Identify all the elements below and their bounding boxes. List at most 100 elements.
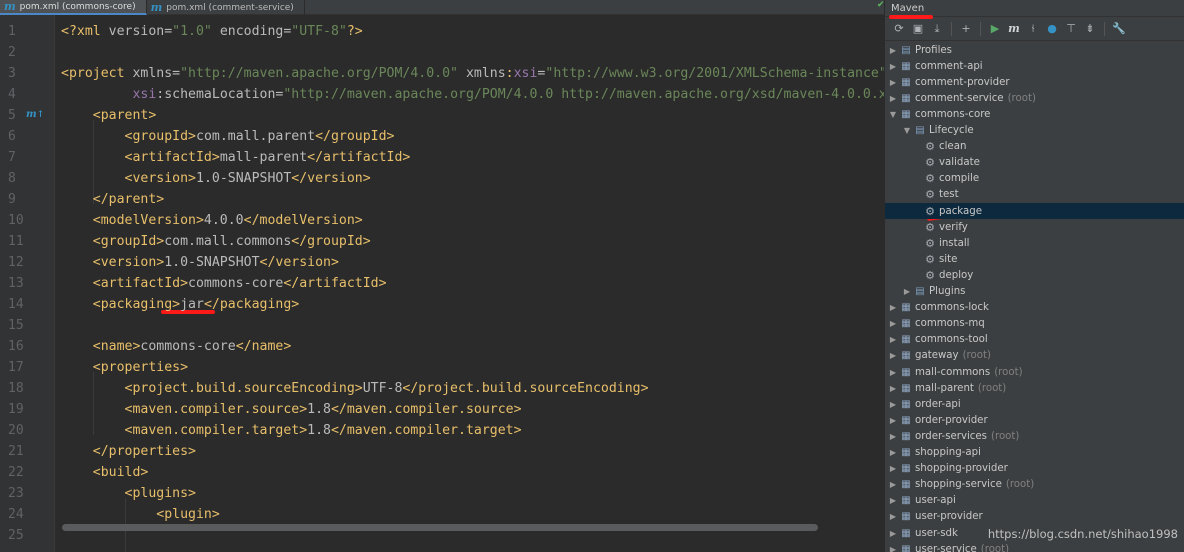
- line-number: 17: [8, 360, 24, 375]
- line-number: 8: [8, 171, 16, 186]
- root-tag: (root): [991, 430, 1020, 442]
- line-number: 5: [8, 108, 16, 123]
- chevron-right-icon[interactable]: ▶: [887, 303, 899, 312]
- chevron-right-icon[interactable]: ▶: [887, 94, 899, 103]
- tree-node-user-provider[interactable]: ▶ ▦ user-provider: [885, 509, 1184, 525]
- maven-project-icon: ▦: [901, 447, 911, 458]
- tree-node-compile[interactable]: ⚙ compile: [885, 171, 1184, 187]
- line-number: 20: [8, 423, 24, 438]
- tree-node-shopping-service[interactable]: ▶ ▦ shopping-service (root): [885, 477, 1184, 493]
- code-line: <?xml version="1.0" encoding="UTF-8"?>: [61, 24, 363, 39]
- line-number-gutter: 1 2 3 4 5 6 7 8 9 10 11 12 13 14 15 16 17 18 19 20 21 22 23 24 2…: [0, 15, 55, 552]
- chevron-right-icon[interactable]: ▶: [887, 432, 899, 441]
- chevron-right-icon[interactable]: ▶: [887, 384, 899, 393]
- collapse-all-icon[interactable]: ⇟: [1082, 21, 1098, 37]
- refresh-icon[interactable]: ⟳: [891, 21, 907, 37]
- code-line: <plugins>: [124, 486, 196, 501]
- chevron-right-icon[interactable]: ▶: [901, 287, 913, 296]
- chevron-right-icon[interactable]: ▶: [887, 368, 899, 377]
- tree-node-verify[interactable]: ⚙ verify: [885, 219, 1184, 235]
- chevron-right-icon[interactable]: ▶: [887, 416, 899, 425]
- tree-node-label: commons-core: [915, 108, 991, 120]
- tree-node-label: Plugins: [929, 286, 966, 297]
- download-icon[interactable]: ⤓: [929, 21, 945, 37]
- chevron-right-icon[interactable]: ▶: [887, 480, 899, 489]
- editor-tab[interactable]: m pom.xml (commons-core): [0, 0, 147, 15]
- tree-node-label: comment-api: [915, 60, 983, 72]
- tree-node-test[interactable]: ⚙ test: [885, 187, 1184, 203]
- run-icon[interactable]: ▶: [987, 21, 1003, 37]
- tree-node-mall-commons[interactable]: ▶ ▦ mall-commons (root): [885, 364, 1184, 380]
- toggle-offline-icon[interactable]: ⫮: [1025, 21, 1041, 37]
- maven-project-icon: ▦: [901, 414, 911, 426]
- code-line: <groupId>com.mall.parent</groupId>: [124, 129, 395, 144]
- tree-node-commons-core[interactable]: ▼ ▦ commons-core: [885, 106, 1184, 122]
- tree-node-shopping-api[interactable]: ▶ ▦ shopping-api: [885, 445, 1184, 461]
- tree-node-order-provider[interactable]: ▶ ▦ order-provider: [885, 412, 1184, 428]
- tree-node-gateway[interactable]: ▶ ▦ gateway (root): [885, 348, 1184, 364]
- root-tag: (root): [994, 366, 1023, 378]
- tree-node-shopping-provider[interactable]: ▶ ▦ shopping-provider: [885, 461, 1184, 477]
- maven-file-icon: m: [4, 0, 16, 13]
- code-line: <project.build.sourceEncoding>UTF-8</pro…: [124, 381, 649, 396]
- chevron-right-icon[interactable]: ▶: [887, 464, 899, 473]
- tree-node-plugins[interactable]: ▶ ▤ Plugins: [885, 284, 1184, 300]
- chevron-right-icon[interactable]: ▶: [887, 351, 899, 360]
- execute-goal-icon[interactable]: m: [1006, 21, 1022, 37]
- tree-node-order-services[interactable]: ▶ ▦ order-services (root): [885, 428, 1184, 444]
- code-line: <properties>: [92, 360, 189, 375]
- chevron-right-icon[interactable]: ▶: [887, 448, 899, 457]
- editor-tab-label: pom.xml (comment-service): [166, 2, 294, 13]
- tree-node-lifecycle[interactable]: ▼ ▤ Lifecycle: [885, 123, 1184, 139]
- chevron-right-icon[interactable]: ▶: [887, 46, 899, 55]
- maven-project-icon: ▦: [901, 350, 911, 362]
- tree-node-commons-mq[interactable]: ▶ ▦ commons-mq: [885, 316, 1184, 332]
- add-icon[interactable]: +: [958, 21, 974, 37]
- show-dependencies-icon[interactable]: ⊤: [1063, 21, 1079, 37]
- chevron-right-icon[interactable]: ▶: [887, 512, 899, 521]
- chevron-down-icon[interactable]: ▼: [901, 126, 913, 135]
- tree-node-clean[interactable]: ⚙ clean: [885, 139, 1184, 155]
- chevron-right-icon[interactable]: ▶: [887, 529, 899, 538]
- chevron-right-icon[interactable]: ▶: [887, 545, 899, 552]
- tree-node-commons-tool[interactable]: ▶ ▦ commons-tool: [885, 332, 1184, 348]
- skip-tests-icon[interactable]: ●: [1044, 21, 1060, 37]
- line-number: 9: [8, 192, 16, 207]
- tree-node-comment-provider[interactable]: ▶ ▦ comment-provider: [885, 74, 1184, 90]
- tree-node-label: commons-mq: [915, 318, 985, 330]
- generate-sources-icon[interactable]: ▣: [910, 21, 926, 37]
- code-editor[interactable]: <?xml version="1.0" encoding="UTF-8"?> <p…: [55, 15, 884, 552]
- tree-node-package[interactable]: ⚙ package: [885, 203, 1184, 219]
- chevron-down-icon[interactable]: ▼: [887, 110, 899, 119]
- tree-node-mall-parent[interactable]: ▶ ▦ mall-parent (root): [885, 380, 1184, 396]
- line-number: 24: [8, 507, 24, 522]
- checkmark-icon: ✔: [877, 0, 885, 10]
- code-line: <maven.compiler.source>1.8</maven.compil…: [124, 402, 522, 417]
- editor-tab-bar: m pom.xml (commons-core) m pom.xml (comment…: [0, 0, 884, 15]
- maven-project-icon: ▦: [901, 479, 911, 491]
- chevron-right-icon[interactable]: ▶: [887, 496, 899, 505]
- tree-node-install[interactable]: ⚙ install: [885, 235, 1184, 251]
- tree-node-deploy[interactable]: ⚙ deploy: [885, 267, 1184, 283]
- chevron-right-icon[interactable]: ▶: [887, 335, 899, 344]
- tree-node-profiles[interactable]: ▶ ▤ Profiles: [885, 42, 1184, 58]
- tree-node-label: shopping-provider: [915, 463, 1008, 475]
- parent-pom-navigate-icon[interactable]: m↑: [26, 109, 44, 120]
- tree-node-comment-api[interactable]: ▶ ▦ comment-api: [885, 58, 1184, 74]
- chevron-right-icon[interactable]: ▶: [887, 78, 899, 87]
- settings-icon[interactable]: 🔧: [1111, 21, 1127, 37]
- tree-node-order-api[interactable]: ▶ ▦ order-api: [885, 396, 1184, 412]
- tree-node-comment-service[interactable]: ▶ ▦ comment-service (root): [885, 90, 1184, 106]
- tree-node-site[interactable]: ⚙ site: [885, 251, 1184, 267]
- tree-node-commons-lock[interactable]: ▶ ▦ commons-lock: [885, 300, 1184, 316]
- editor-tab[interactable]: m pom.xml (comment-service): [147, 0, 305, 15]
- horizontal-scrollbar[interactable]: [62, 524, 818, 531]
- tree-node-validate[interactable]: ⚙ validate: [885, 155, 1184, 171]
- chevron-right-icon[interactable]: ▶: [887, 400, 899, 409]
- maven-project-icon: ▦: [901, 463, 911, 475]
- tree-node-user-service[interactable]: ▶ ▦ user-service (root): [885, 541, 1184, 552]
- chevron-right-icon[interactable]: ▶: [887, 62, 899, 71]
- line-number: 21: [8, 444, 24, 459]
- tree-node-user-api[interactable]: ▶ ▦ user-api: [885, 493, 1184, 509]
- chevron-right-icon[interactable]: ▶: [887, 319, 899, 328]
